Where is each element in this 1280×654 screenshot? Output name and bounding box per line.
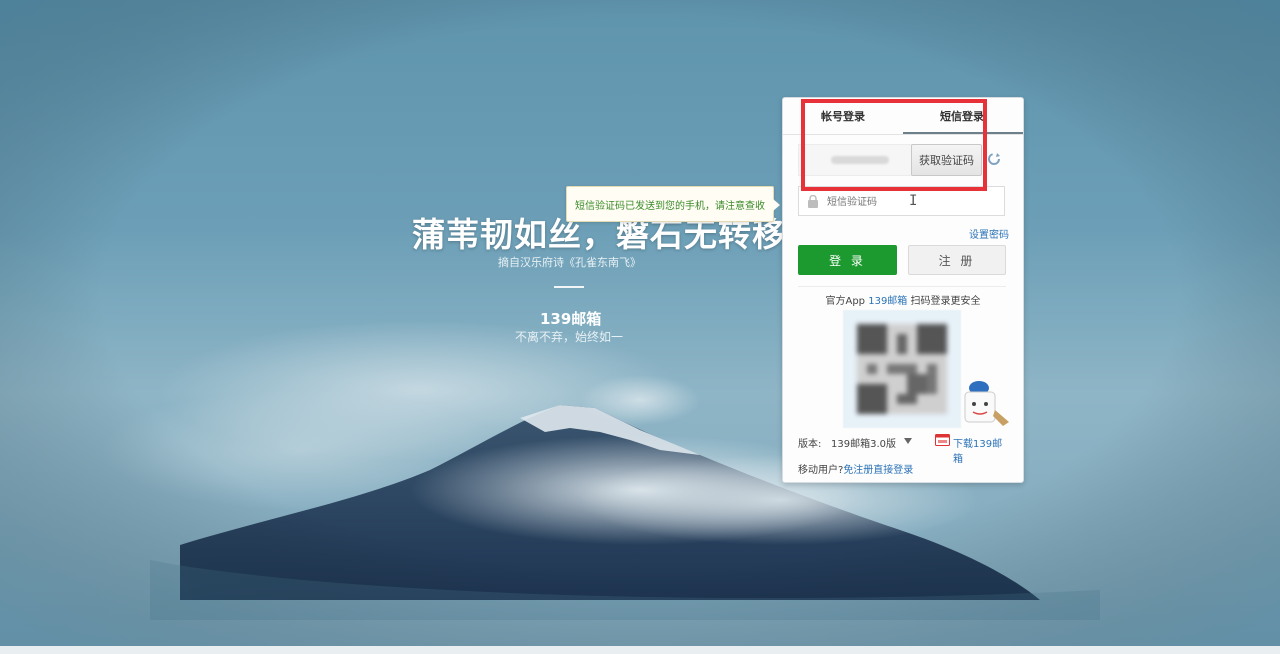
download-icon [935, 434, 950, 446]
version-row: 版本: 139邮箱3.0版 下载139邮箱 [798, 434, 1008, 465]
direct-login-link[interactable]: 免注册直接登录 [843, 465, 913, 476]
tab-account-login[interactable]: 帐号登录 [821, 108, 865, 124]
divider [798, 286, 1006, 287]
qr-code-area [843, 310, 961, 428]
phone-number-field[interactable] [798, 144, 912, 176]
version-label: 版本: [798, 439, 822, 450]
login-tabs: 帐号登录 短信登录 [783, 98, 1023, 135]
hero-background [0, 0, 1280, 654]
download-app-link[interactable]: 下载139邮箱 [953, 435, 1008, 465]
dropdown-icon[interactable] [904, 438, 912, 444]
sms-code-field[interactable]: I [798, 186, 1005, 216]
refresh-icon[interactable] [987, 152, 1001, 166]
get-code-button[interactable]: 获取验证码 [911, 144, 982, 176]
brand-name: 139邮箱 [540, 310, 602, 328]
register-button[interactable]: 注 册 [908, 245, 1006, 275]
bottom-strip [0, 646, 1280, 654]
mountain-illustration [0, 0, 1280, 654]
divider [554, 286, 584, 288]
app-promo: 官方App 139邮箱 扫码登录更安全 [783, 292, 1023, 307]
lock-icon [808, 195, 818, 208]
app-prefix: 官方App [825, 296, 866, 307]
tab-sms-login[interactable]: 短信登录 [940, 108, 984, 124]
reset-password-link[interactable]: 设置密码 [969, 226, 1009, 241]
app-suffix: 扫码登录更安全 [910, 296, 981, 307]
mobile-user-prefix: 移动用户? [798, 465, 844, 476]
version-select[interactable]: 139邮箱3.0版 [831, 435, 896, 450]
login-button[interactable]: 登 录 [798, 245, 897, 275]
poem-source: 摘自汉乐府诗《孔雀东南飞》 [498, 256, 641, 269]
app-name-link[interactable]: 139邮箱 [868, 296, 907, 307]
mascot-icon [964, 381, 1009, 426]
active-tab-indicator [903, 132, 1023, 134]
sms-sent-tooltip: 短信验证码已发送到您的手机，请注意查收 [566, 186, 780, 222]
mobile-user-row: 移动用户?免注册直接登录 [798, 461, 913, 476]
qr-code [857, 324, 947, 414]
login-panel: 帐号登录 短信登录 获取验证码 I 设置密码 登 录 注 册 官方App 139… [782, 97, 1024, 483]
tooltip-message: 短信验证码已发送到您的手机，请注意查收 [575, 200, 765, 212]
text-cursor-icon: I [909, 193, 918, 209]
brand-slogan: 不离不弃，始终如一 [515, 330, 624, 344]
blurred-phone-number [831, 156, 889, 164]
